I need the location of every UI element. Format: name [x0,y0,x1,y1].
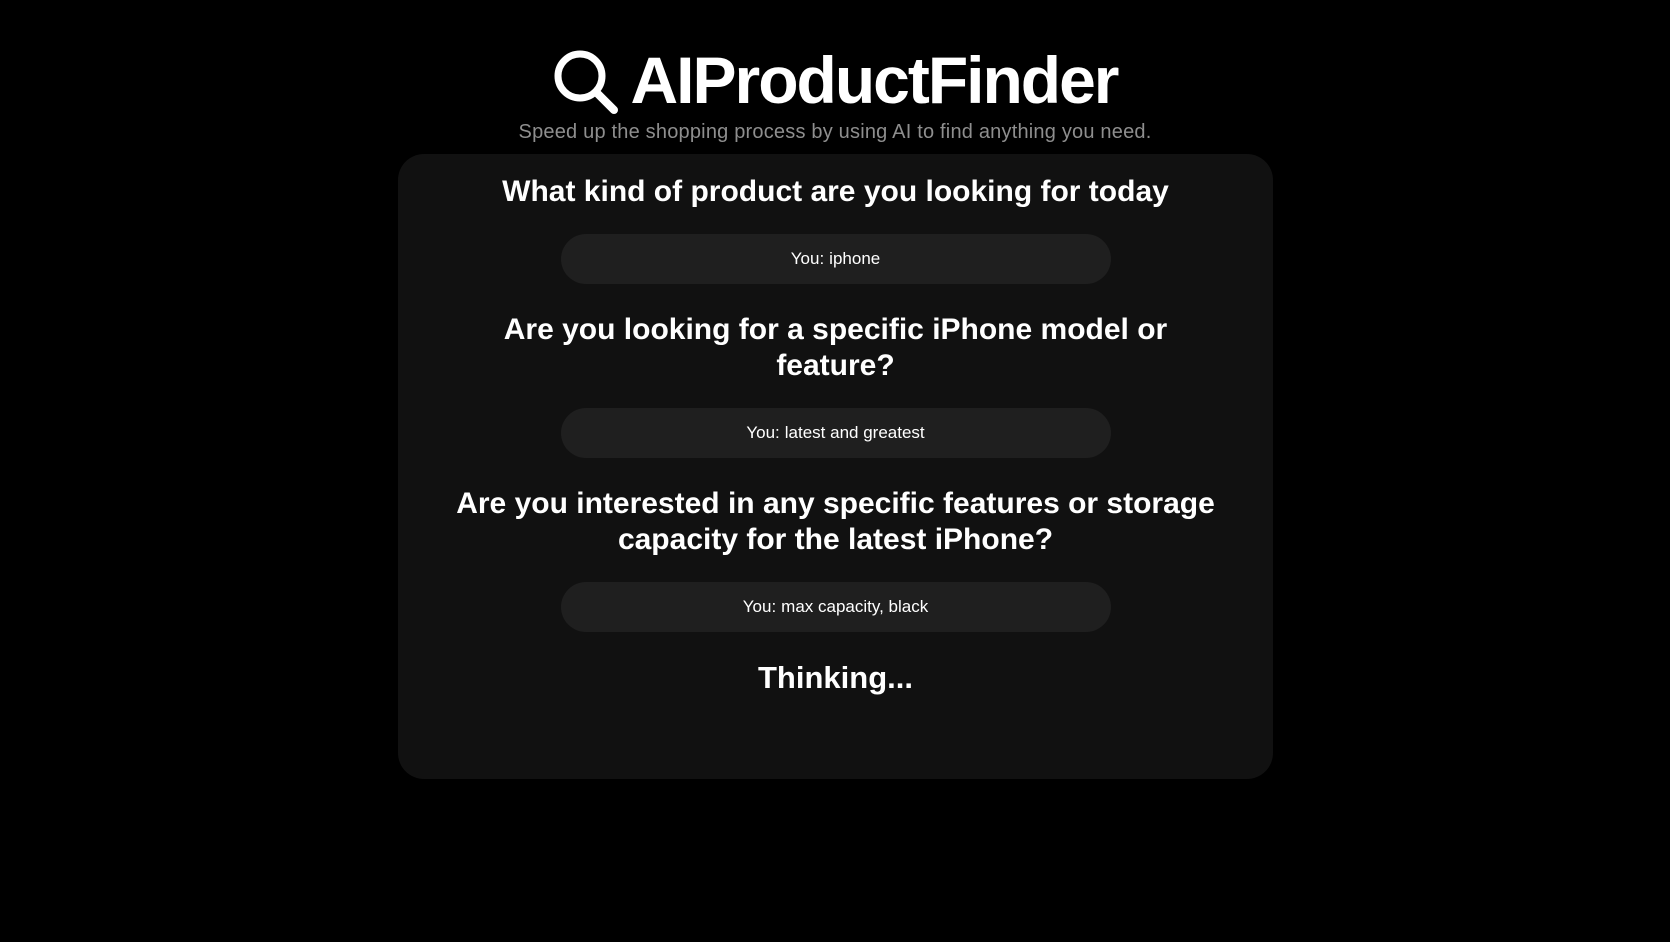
brand[interactable]: AIProductFinder [552,40,1120,120]
question-3: Are you interested in any specific featu… [456,487,1215,556]
search-icon [554,50,619,114]
question-2: Are you looking for a specific iPhone mo… [503,313,1168,382]
answer-bubble-2: You: latest and greatest [560,408,1111,458]
answer-text-3: max capacity, black [781,597,929,616]
page: AIProductFinder Speed up the shopping pr… [0,0,1670,942]
answer-bubble-1: You: iphone [560,234,1111,284]
app-title: AIProductFinder [630,43,1119,117]
answer-text-1: iphone [829,249,881,268]
answer-prefix: You: [790,249,825,268]
conversation-panel: What kind of product are you looking for… [398,154,1273,779]
answer-prefix: You: [742,597,777,616]
answer-prefix: You: [746,423,780,442]
answer-text-2: latest and greatest [784,423,925,442]
header: AIProductFinder Speed up the shopping pr… [0,40,1670,144]
thinking-status: Thinking... [758,660,913,695]
answer-bubble-3: You: max capacity, black [560,582,1111,632]
tagline: Speed up the shopping process by using A… [518,121,1152,143]
question-1: What kind of product are you looking for… [502,175,1169,208]
